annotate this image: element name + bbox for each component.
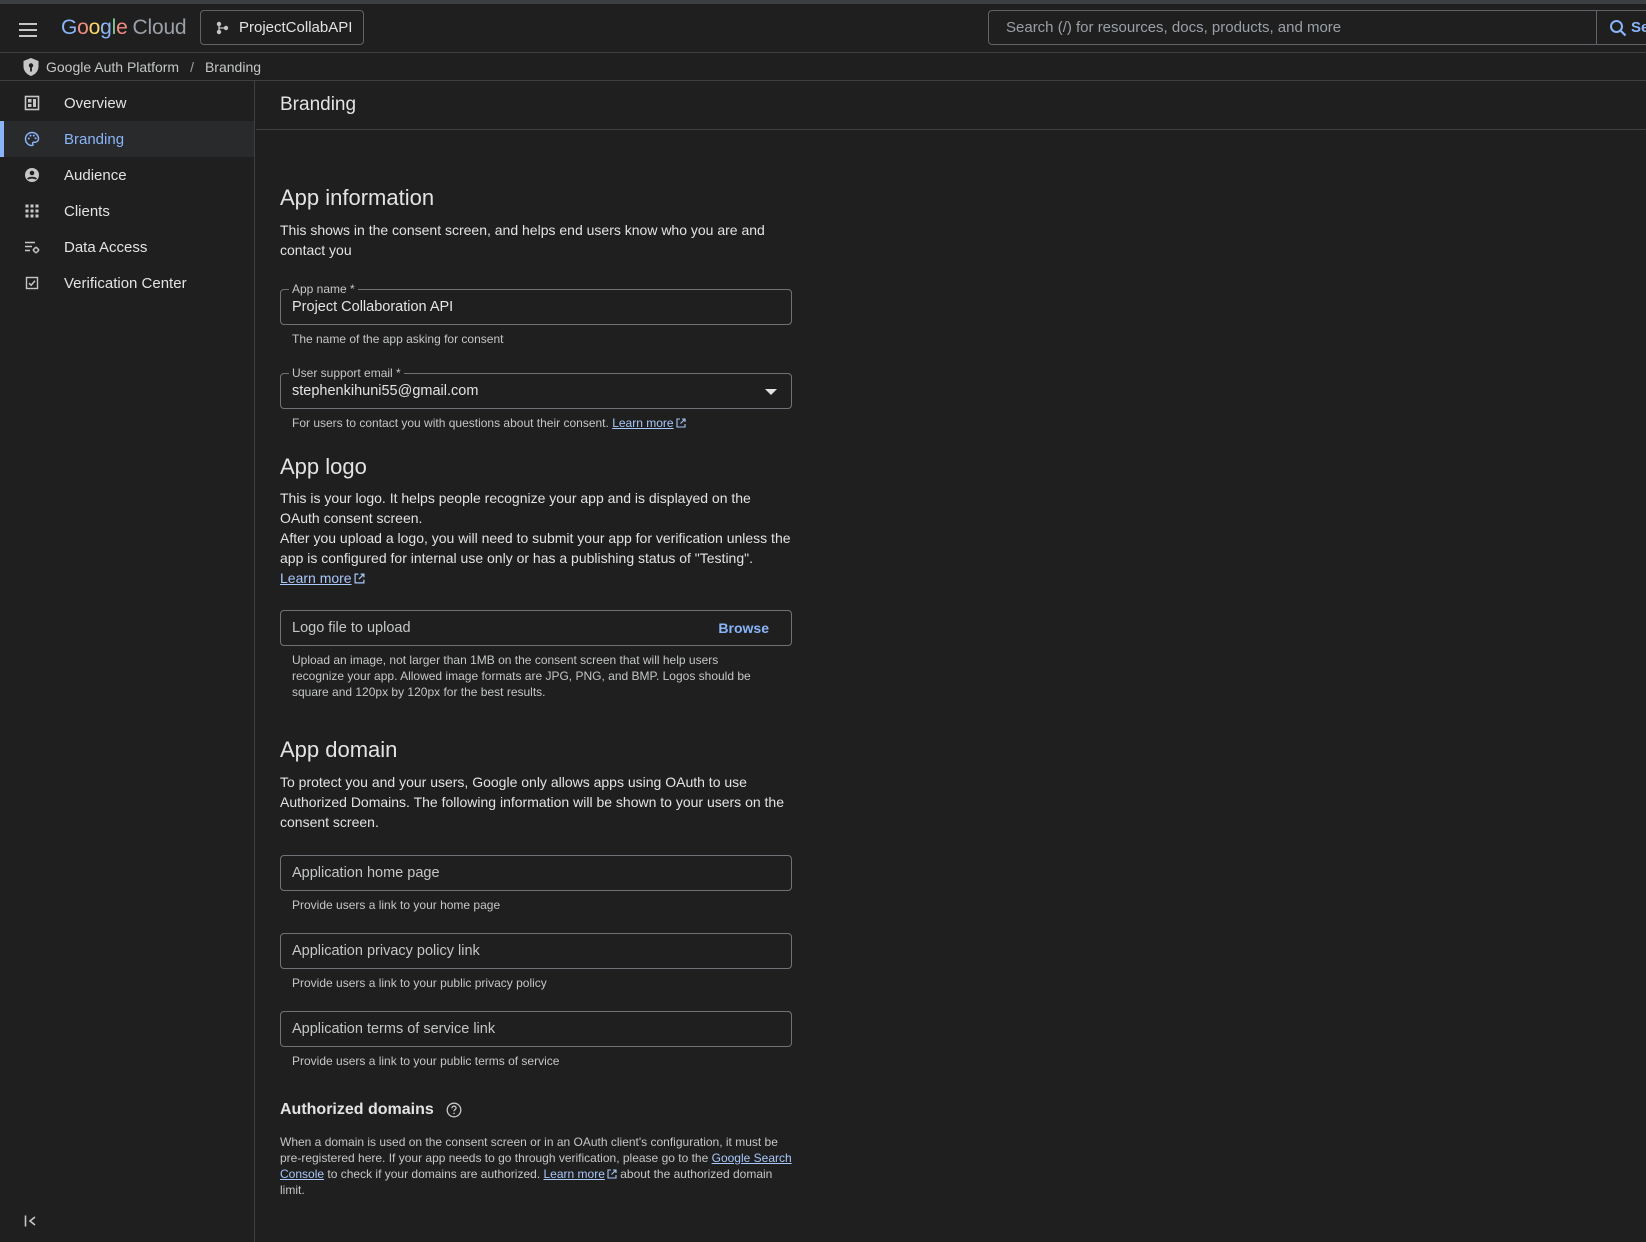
app-logo-section: App logo This is your logo. It helps peo… [280, 454, 792, 700]
project-picker-button[interactable]: ProjectCollabAPI [200, 10, 364, 45]
data-settings-icon [25, 241, 40, 254]
terms-of-service-hint: Provide users a link to your public term… [292, 1054, 560, 1068]
chevron-down-icon [765, 389, 777, 395]
sidebar-item-overview[interactable]: Overview [0, 85, 254, 121]
account-circle-icon [25, 168, 39, 182]
search-icon [1610, 19, 1627, 36]
logo-letter: e [116, 16, 128, 39]
privacy-policy-input[interactable] [292, 943, 791, 959]
app-name-field[interactable]: App name * [280, 282, 792, 325]
sidebar-item-data-access[interactable]: Data Access [0, 229, 254, 265]
open-in-new-icon [607, 1169, 617, 1179]
search-input[interactable] [1006, 19, 1596, 36]
support-email-select[interactable]: User support email * stephenkihuni55@gma… [280, 366, 792, 409]
support-email-value: stephenkihuni55@gmail.com [292, 383, 479, 399]
logo-letter: G [61, 16, 78, 39]
google-cloud-logo[interactable]: Google Cloud [61, 16, 187, 40]
breadcrumb-branding[interactable]: Branding [205, 59, 261, 75]
app-information-heading: App information [280, 185, 435, 210]
top-bar: Google Cloud ProjectCollabAPI Se [0, 0, 1646, 53]
shield-lock-icon [23, 57, 39, 76]
home-page-field[interactable] [280, 855, 792, 891]
app-domain-description: To protect you and your users, Google on… [280, 774, 784, 830]
app-logo-heading: App logo [280, 454, 367, 479]
authorized-domains-section: Authorized domains When a domain is used… [280, 1101, 792, 1198]
verified-checkbox-icon [25, 276, 39, 290]
home-page-hint: Provide users a link to your home page [292, 898, 501, 912]
home-page-input[interactable] [292, 865, 791, 881]
breadcrumb-separator: / [190, 58, 194, 75]
privacy-policy-field[interactable] [280, 933, 792, 969]
sidebar-item-clients[interactable]: Clients [0, 193, 254, 229]
authorized-domains-description: When a domain is used on the consent scr… [280, 1134, 792, 1198]
terms-of-service-field[interactable] [280, 1011, 792, 1047]
app-information-section: App information This shows in the consen… [280, 185, 792, 431]
sidebar-item-branding[interactable]: Branding [0, 121, 254, 157]
sidebar-item-verification-center[interactable]: Verification Center [0, 265, 254, 301]
authorized-domains-learn-more-link[interactable]: Learn more [544, 1167, 605, 1181]
hamburger-menu-icon[interactable] [16, 18, 40, 42]
logo-product-name: Cloud [132, 16, 187, 39]
app-logo-description: This is your logo. It helps people recog… [280, 488, 792, 588]
dashboard-icon [24, 95, 40, 111]
page-header: Branding [256, 81, 1646, 130]
sidebar-item-label: Branding [64, 130, 125, 148]
support-email-hint: For users to contact you with questions … [280, 415, 792, 431]
search-button[interactable]: Se [1596, 10, 1646, 45]
app-logo-learn-more-link[interactable]: Learn more [280, 570, 352, 586]
app-logo-description-1: This is your logo. It helps people recog… [280, 490, 751, 526]
support-email-label: User support email * [289, 366, 404, 380]
sidebar-item-label: Overview [64, 94, 127, 112]
help-icon[interactable] [446, 1102, 462, 1118]
grid-icon [25, 204, 39, 218]
app-information-description: This shows in the consent screen, and he… [280, 222, 765, 258]
logo-letter: o [88, 16, 101, 39]
app-domain-heading: App domain [280, 737, 398, 762]
authorized-domains-header: Authorized domains [280, 1101, 792, 1119]
breadcrumb-auth-platform[interactable]: Google Auth Platform [46, 59, 179, 75]
app-name-label: App name * [289, 282, 358, 296]
sidebar-item-label: Verification Center [64, 274, 187, 292]
privacy-policy-hint: Provide users a link to your public priv… [292, 976, 547, 990]
app-name-hint: The name of the app asking for consent [292, 332, 504, 346]
project-name: ProjectCollabAPI [239, 19, 353, 36]
collapse-sidebar-icon[interactable] [24, 1214, 38, 1228]
sidebar-item-label: Audience [64, 166, 127, 184]
sidebar: Overview Branding Audience Clients Data … [0, 81, 255, 1242]
terms-of-service-input[interactable] [292, 1021, 791, 1037]
sidebar-item-audience[interactable]: Audience [0, 157, 254, 193]
main-content: Branding App information This shows in t… [256, 81, 1646, 1242]
authorized-domains-text-2: to check if your domains are authorized. [327, 1167, 541, 1181]
sidebar-item-label: Data Access [64, 238, 148, 256]
open-in-new-icon [676, 418, 686, 428]
app-logo-description-2: After you upload a logo, you will need t… [280, 530, 791, 566]
logo-letter: g [100, 16, 112, 39]
breadcrumb: Google Auth Platform / Branding [0, 53, 1646, 81]
page-title: Branding [280, 94, 357, 115]
support-email-learn-more-link[interactable]: Learn more [612, 416, 673, 430]
app-domain-section: App domain To protect you and your users… [280, 737, 792, 1069]
search-button-label: Se [1631, 19, 1646, 36]
authorized-domains-text-1: When a domain is used on the consent scr… [280, 1135, 778, 1165]
open-in-new-icon [354, 573, 365, 584]
app-name-input[interactable] [292, 299, 791, 315]
project-hub-icon [216, 21, 229, 34]
logo-upload-hint: Upload an image, not larger than 1MB on … [292, 653, 751, 699]
support-email-hint-text: For users to contact you with questions … [292, 416, 609, 430]
logo-upload-field[interactable]: Browse [280, 610, 792, 646]
logo-file-input[interactable] [292, 620, 791, 636]
authorized-domains-heading: Authorized domains [280, 1101, 434, 1118]
palette-icon [24, 131, 40, 147]
logo-letter: o [77, 16, 89, 39]
branding-form: App information This shows in the consen… [280, 185, 792, 1198]
search-bar[interactable] [988, 10, 1596, 45]
sidebar-item-label: Clients [64, 202, 110, 220]
browse-button[interactable]: Browse [718, 620, 769, 636]
